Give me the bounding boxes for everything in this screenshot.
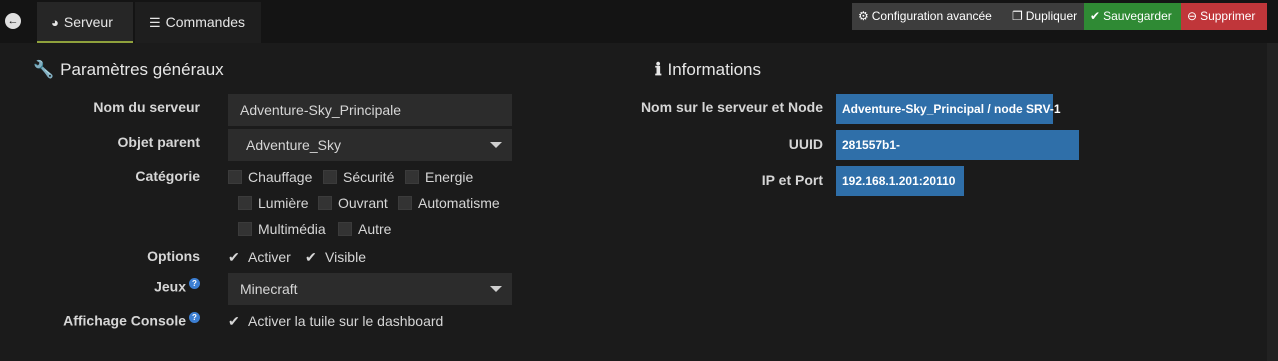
chevron-down-icon: [490, 286, 502, 292]
checkbox-box[interactable]: [318, 196, 332, 210]
top-bar: ← ◕ Serveur ☰ Commandes ⚙ Configuration ava…: [0, 0, 1278, 43]
server-name-input[interactable]: Adventure-Sky_Principale: [228, 94, 512, 126]
checkbox-box[interactable]: [323, 170, 337, 184]
category-checkbox-energie[interactable]: Energie: [405, 168, 473, 186]
parent-object-label: Objet parent: [117, 134, 200, 150]
category-checkbox-autre[interactable]: Autre: [338, 220, 391, 238]
delete-button[interactable]: ⊖ Supprimer: [1181, 3, 1267, 30]
tab-commandes[interactable]: ☰ Commandes: [135, 2, 261, 43]
checkmark-icon[interactable]: ✔: [228, 248, 242, 266]
checkmark-icon[interactable]: ✔: [228, 312, 242, 330]
copy-icon: ❐: [1012, 9, 1023, 23]
label-text: Jeux: [154, 278, 186, 295]
ip-port-label: IP et Port: [761, 172, 823, 188]
checkmark-icon[interactable]: ✔: [305, 248, 319, 266]
dashboard-icon: ◕: [51, 15, 59, 30]
tab-label: Serveur: [63, 14, 113, 30]
checkbox-label: Activer la tuile sur le dashboard: [248, 313, 444, 329]
help-icon[interactable]: ?: [189, 278, 200, 289]
chevron-down-icon: [490, 142, 502, 148]
checkbox-label: Chauffage: [248, 169, 313, 185]
advanced-config-button[interactable]: ⚙ Configuration avancée: [852, 3, 1006, 30]
checkbox-label: Energie: [425, 169, 474, 185]
checkbox-label: Automatisme: [418, 195, 500, 211]
checkbox-label: Visible: [325, 249, 366, 265]
checkbox-box[interactable]: [228, 170, 242, 184]
gears-icon: ⚙: [858, 9, 869, 23]
info-icon: ℹ: [655, 60, 662, 79]
uuid-value: 281557b1-: [836, 130, 1079, 160]
checkbox-box[interactable]: [405, 170, 419, 184]
category-label: Catégorie: [135, 168, 200, 184]
informations-title: ℹ Informations: [655, 60, 761, 80]
list-icon: ☰: [149, 15, 161, 30]
button-label: Configuration avancée: [871, 9, 992, 23]
back-arrow-icon[interactable]: ←: [5, 13, 21, 29]
console-tile-checkbox[interactable]: ✔ Activer la tuile sur le dashboard: [228, 312, 443, 330]
category-checkbox-chauffage[interactable]: Chauffage: [228, 168, 312, 186]
ip-port-value: 192.168.1.201:20110: [836, 166, 964, 196]
options-label: Options: [147, 248, 200, 264]
tab-label: Commandes: [165, 14, 246, 30]
category-checkbox-multimedia[interactable]: Multimédia: [238, 220, 326, 238]
label-text: Affichage Console: [63, 312, 186, 329]
button-label: Supprimer: [1200, 9, 1256, 23]
checkbox-box[interactable]: [338, 222, 352, 236]
parent-object-select[interactable]: Adventure_Sky: [228, 129, 512, 161]
general-settings-title: 🔧 Paramètres généraux: [33, 60, 224, 80]
minus-circle-icon: ⊖: [1187, 9, 1198, 23]
node-name-label: Nom sur le serveur et Node: [640, 99, 823, 115]
option-enable-checkbox[interactable]: ✔ Activer: [228, 248, 291, 266]
game-label: Jeux?: [20, 278, 200, 295]
node-name-value: Adventure-Sky_Principal / node SRV-1: [836, 94, 1061, 124]
server-name-label: Nom du serveur: [93, 99, 200, 115]
section-title-text: Paramètres généraux: [60, 60, 224, 79]
save-button[interactable]: ✔ Sauvegarder: [1084, 3, 1181, 30]
button-label: Dupliquer: [1025, 9, 1078, 23]
checkbox-label: Sécurité: [343, 169, 395, 185]
help-icon[interactable]: ?: [189, 312, 200, 323]
tab-serveur[interactable]: ◕ Serveur: [37, 2, 133, 43]
category-checkbox-automatisme[interactable]: Automatisme: [398, 194, 500, 212]
console-display-label: Affichage Console?: [20, 312, 200, 329]
checkbox-label: Ouvrant: [338, 195, 388, 211]
game-select[interactable]: Minecraft: [228, 273, 512, 305]
category-checkbox-securite[interactable]: Sécurité: [323, 168, 394, 186]
section-title-text: Informations: [667, 60, 762, 79]
select-value: Adventure_Sky: [246, 137, 341, 153]
checkbox-box[interactable]: [238, 196, 252, 210]
scrollbar[interactable]: [1267, 43, 1278, 361]
checkbox-label: Multimédia: [258, 221, 326, 237]
option-visible-checkbox[interactable]: ✔ Visible: [305, 248, 366, 266]
category-checkbox-ouvrant[interactable]: Ouvrant: [318, 194, 388, 212]
wrench-icon: 🔧: [33, 60, 55, 79]
uuid-label: UUID: [788, 136, 823, 152]
checkbox-label: Autre: [358, 221, 392, 237]
button-label: Sauvegarder: [1103, 9, 1172, 23]
checkbox-box[interactable]: [238, 222, 252, 236]
checkbox-label: Lumière: [258, 195, 309, 211]
check-circle-icon: ✔: [1090, 9, 1101, 23]
duplicate-button[interactable]: ❐ Dupliquer: [1006, 3, 1084, 30]
select-value: Minecraft: [240, 281, 298, 297]
checkbox-box[interactable]: [398, 196, 412, 210]
checkbox-label: Activer: [248, 249, 291, 265]
category-checkbox-lumiere[interactable]: Lumière: [238, 194, 309, 212]
